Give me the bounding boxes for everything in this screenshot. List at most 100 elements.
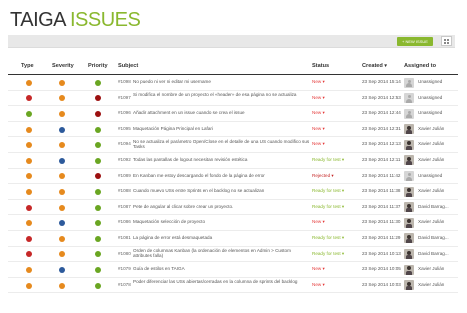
type-icon[interactable]	[26, 266, 32, 273]
issue-ref[interactable]: #1092	[118, 157, 131, 162]
assignee-name[interactable]: Xavier Julián	[418, 282, 444, 287]
table-row[interactable]: #1098 No puedo ni ver ni editar mi userna…	[8, 75, 458, 91]
severity-icon[interactable]	[59, 220, 65, 227]
severity-icon[interactable]	[59, 235, 65, 242]
avatar[interactable]	[404, 124, 414, 135]
type-icon[interactable]	[26, 95, 32, 102]
status-dropdown[interactable]: Ready for test ▾	[312, 204, 344, 210]
issue-ref[interactable]: #1081	[118, 235, 131, 240]
assignee-name[interactable]: Unassigned	[418, 79, 442, 84]
issue-subject-link[interactable]: Guía de estilos en TAIGA	[133, 266, 311, 271]
column-status[interactable]: Status	[312, 63, 329, 69]
avatar[interactable]	[404, 202, 414, 213]
table-row[interactable]: #1081 La página de error está desmaquetad…	[8, 231, 458, 247]
avatar[interactable]	[404, 217, 414, 228]
issue-subject-link[interactable]: En Kanban me estoy descargando el fondo …	[133, 173, 311, 178]
assignee-name[interactable]: Xavier Julián	[418, 266, 444, 271]
table-row[interactable]: #1096 Añadir attachment en un issue cuand…	[8, 106, 458, 122]
issue-subject-link[interactable]: La página de error está desmaquetada	[133, 235, 311, 240]
table-row[interactable]: #1092 Todas las pantallas de logout neces…	[8, 153, 458, 169]
avatar[interactable]	[404, 108, 414, 119]
table-row[interactable]: #1088 Cuando muevo USs entre Sprints en e…	[8, 184, 458, 200]
assignee-name[interactable]: David Barrag...	[418, 251, 449, 256]
issue-subject-link[interactable]: Cuando muevo USs entre Sprints en el bac…	[133, 188, 311, 193]
status-dropdown[interactable]: New ▾	[312, 219, 325, 225]
priority-icon[interactable]	[95, 251, 101, 258]
status-dropdown[interactable]: New ▾	[312, 79, 325, 85]
priority-icon[interactable]	[95, 282, 101, 289]
issue-subject-link[interactable]: Todas las pantallas de logout necesitan …	[133, 157, 311, 162]
status-dropdown[interactable]: Ready for test ▾	[312, 188, 344, 194]
avatar[interactable]	[404, 77, 414, 88]
type-icon[interactable]	[26, 157, 32, 164]
avatar[interactable]	[404, 93, 414, 104]
status-dropdown[interactable]: New ▾	[312, 266, 325, 272]
table-row[interactable]: #1095 Maquetación Página Principal en Laf…	[8, 122, 458, 138]
avatar[interactable]	[404, 139, 414, 150]
status-dropdown[interactable]: Ready for test ▾	[312, 251, 344, 257]
severity-icon[interactable]	[59, 188, 65, 195]
issue-ref[interactable]: #1094	[118, 141, 131, 146]
issue-subject-link[interactable]: Maquetación selección de proyecto	[133, 219, 311, 224]
priority-icon[interactable]	[95, 173, 101, 180]
table-row[interactable]: #1097 Si modifica el nombre de un proyect…	[8, 91, 458, 107]
severity-icon[interactable]	[59, 126, 65, 133]
issue-subject-link[interactable]: Orden de columnas Kanban (la ordenación …	[133, 248, 311, 259]
type-icon[interactable]	[26, 110, 32, 117]
priority-icon[interactable]	[95, 142, 101, 149]
severity-icon[interactable]	[59, 204, 65, 211]
avatar[interactable]	[404, 264, 414, 275]
type-icon[interactable]	[26, 126, 32, 133]
new-issue-button[interactable]: + NEW ISSUE	[397, 37, 433, 46]
issue-ref[interactable]: #1089	[118, 173, 131, 178]
column-priority[interactable]: Priority	[88, 63, 108, 69]
issue-ref[interactable]: #1088	[118, 188, 131, 193]
status-dropdown[interactable]: Rejected ▾	[312, 173, 334, 179]
status-dropdown[interactable]: New ▾	[312, 282, 325, 288]
priority-icon[interactable]	[95, 266, 101, 273]
assignee-name[interactable]: Xavier Julián	[418, 141, 444, 146]
table-row[interactable]: #1079 Guía de estilos en TAIGA New ▾ 23 Sep…	[8, 262, 458, 278]
severity-icon[interactable]	[59, 173, 65, 180]
assignee-name[interactable]: David Barrag...	[418, 235, 449, 240]
severity-icon[interactable]	[59, 95, 65, 102]
issue-ref[interactable]: #1086	[118, 219, 131, 224]
issue-subject-link[interactable]: Si modifica el nombre de un proyecto el …	[133, 92, 311, 97]
assignee-name[interactable]: David Barrag...	[418, 204, 449, 209]
status-dropdown[interactable]: New ▾	[312, 141, 325, 147]
issue-ref[interactable]: #1079	[118, 266, 131, 271]
status-dropdown[interactable]: New ▾	[312, 110, 325, 116]
avatar[interactable]	[404, 171, 414, 182]
table-row[interactable]: #1080 Orden de columnas Kanban (la ordena…	[8, 247, 458, 263]
issue-ref[interactable]: #1080	[118, 251, 131, 256]
issue-ref[interactable]: #1097	[118, 95, 131, 100]
grid-icon[interactable]	[441, 36, 452, 46]
status-dropdown[interactable]: Ready for test ▾	[312, 157, 344, 163]
column-type[interactable]: Type	[21, 63, 34, 69]
assignee-name[interactable]: Xavier Julián	[418, 126, 444, 131]
column-assigned[interactable]: Assigned to	[404, 63, 436, 69]
table-row[interactable]: #1078 Poder diferenciar las USs abiertas/…	[8, 278, 458, 294]
assignee-name[interactable]: Unassigned	[418, 95, 442, 100]
issue-subject-link[interactable]: Poder diferenciar las USs abiertas/cerra…	[133, 279, 311, 284]
assignee-name[interactable]: Unassigned	[418, 173, 442, 178]
issue-subject-link[interactable]: Maquetación Página Principal en Lafari	[133, 126, 311, 131]
assignee-name[interactable]: Xavier Julián	[418, 188, 444, 193]
priority-icon[interactable]	[95, 95, 101, 102]
issue-subject-link[interactable]: No se actualiza el parámetro Open/Close …	[133, 139, 311, 150]
avatar[interactable]	[404, 233, 414, 244]
type-icon[interactable]	[26, 173, 32, 180]
priority-icon[interactable]	[95, 110, 101, 117]
type-icon[interactable]	[26, 142, 32, 149]
severity-icon[interactable]	[59, 157, 65, 164]
issue-ref[interactable]: #1078	[118, 282, 131, 287]
type-icon[interactable]	[26, 251, 32, 258]
issue-subject-link[interactable]: Añadir attachment en un issue cuando se …	[133, 110, 311, 115]
priority-icon[interactable]	[95, 188, 101, 195]
avatar[interactable]	[404, 249, 414, 260]
severity-icon[interactable]	[59, 142, 65, 149]
issue-ref[interactable]: #1095	[118, 126, 131, 131]
priority-icon[interactable]	[95, 157, 101, 164]
assignee-name[interactable]: Xavier Julián	[418, 219, 444, 224]
table-row[interactable]: #1094 No se actualiza el parámetro Open/C…	[8, 137, 458, 153]
